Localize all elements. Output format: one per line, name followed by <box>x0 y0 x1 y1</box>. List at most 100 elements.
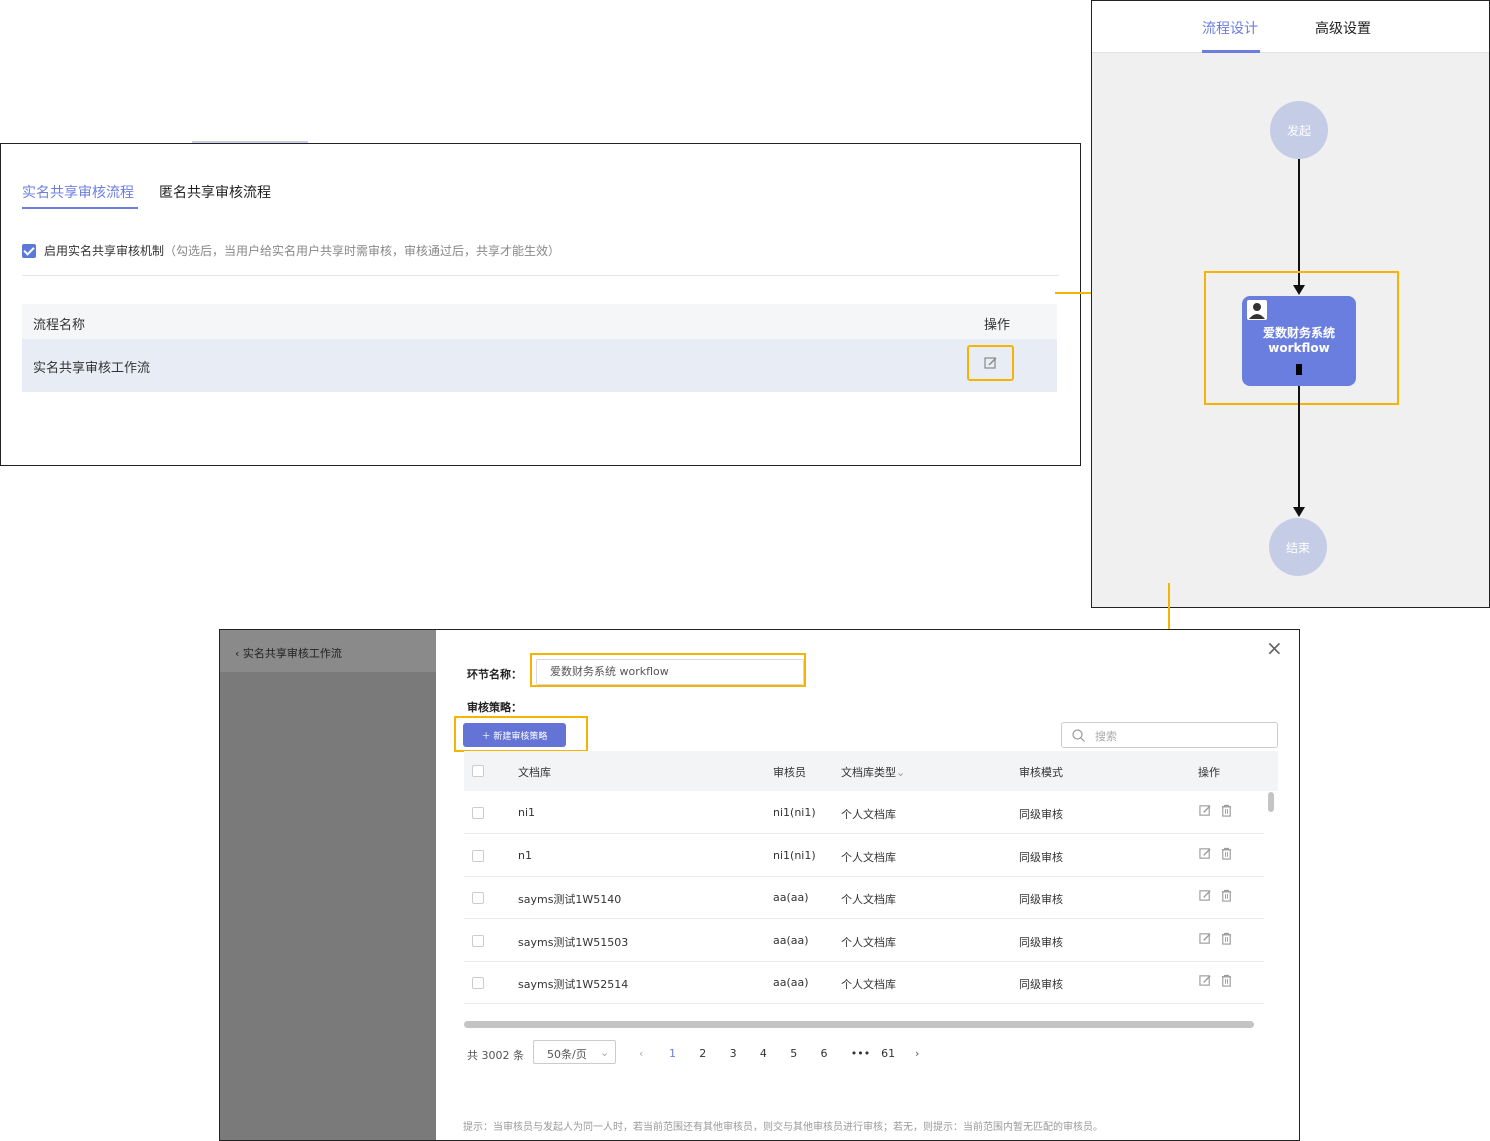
search-icon <box>1072 729 1085 742</box>
approval-strategy-dialog: ‹ 实名共享审核工作流 × 环节名称： 爱数财务系统 workflow 审核策略… <box>219 629 1300 1141</box>
divider <box>22 275 1059 276</box>
row-checkbox[interactable] <box>472 934 484 947</box>
user-icon <box>1247 300 1267 320</box>
page-number[interactable]: 2 <box>699 1047 706 1060</box>
column-header-library-type[interactable]: 文档库类型⌄ <box>841 764 905 780</box>
approval-node-subtitle: workflow <box>1268 341 1330 355</box>
enable-audit-checkbox[interactable] <box>22 243 36 258</box>
workflow-table-header: 流程名称 操作 <box>22 304 1057 339</box>
pagination: 共 3002 条 50条/页 ⌄ ‹ 1 2 3 4 5 6 ••• 61 › <box>467 1040 1167 1066</box>
dialog-backdrop: ‹ 实名共享审核工作流 <box>220 630 436 1140</box>
horizontal-scrollbar[interactable] <box>464 1021 1254 1028</box>
cell-mode: 同级审核 <box>1019 850 1063 864</box>
delete-icon[interactable] <box>1220 889 1233 902</box>
page-number[interactable]: 6 <box>821 1047 828 1060</box>
flow-connector <box>1298 386 1300 509</box>
row-checkbox[interactable] <box>472 849 484 862</box>
column-header-mode: 审核模式 <box>1019 766 1063 779</box>
cell-auditor: aa(aa) <box>773 933 809 947</box>
flow-connector <box>1298 159 1300 287</box>
hint-text: 提示：当审核员与发起人为同一人时，若当前范围还有其他审核员，则交与其他审核员进行… <box>463 1122 1103 1133</box>
enable-audit-hint: （勾选后，当用户给实名用户共享时需审核，审核通过后，共享才能生效） <box>164 244 561 258</box>
page-ellipsis[interactable]: ••• <box>851 1047 870 1060</box>
back-link-label: 实名共享审核工作流 <box>242 647 342 660</box>
select-all-checkbox[interactable] <box>472 765 484 777</box>
row-checkbox[interactable] <box>472 892 484 904</box>
row-actions <box>1199 974 1233 987</box>
new-strategy-button[interactable]: ＋ 新建审核策略 <box>463 723 566 747</box>
chevron-down-icon[interactable]: ⌄ <box>896 766 905 779</box>
cell-mode: 同级审核 <box>1019 893 1063 906</box>
table-row: 实名共享审核工作流 <box>22 339 1057 392</box>
prev-page-button[interactable]: ‹ <box>639 1047 643 1060</box>
page-number[interactable]: 3 <box>730 1047 737 1060</box>
cell-library-type: 个人文档库 <box>841 850 896 864</box>
page-size-select[interactable]: 50条/页 ⌄ <box>533 1040 616 1064</box>
edit-icon[interactable] <box>1199 847 1212 860</box>
edit-icon[interactable] <box>1199 804 1212 817</box>
end-node[interactable]: 结束 <box>1269 518 1327 576</box>
tab-advanced-settings[interactable]: 高级设置 <box>1315 18 1371 38</box>
column-header-auditor: 审核员 <box>773 766 806 779</box>
column-header-library-type-label: 文档库类型 <box>841 766 896 779</box>
flow-arrowhead <box>1293 507 1305 517</box>
tab-realname-share[interactable]: 实名共享审核流程 <box>22 182 134 202</box>
table-row: sayms测试1W5140 aa(aa) 个人文档库 同级审核 <box>464 877 1264 919</box>
strategy-table-header: 文档库 审核员 文档库类型⌄ 审核模式 操作 <box>464 751 1278 791</box>
node-name-label: 环节名称： <box>467 668 522 681</box>
page-number[interactable]: 5 <box>790 1047 797 1060</box>
next-page-button[interactable]: › <box>915 1047 919 1060</box>
column-header-name: 流程名称 <box>33 318 86 333</box>
vertical-scrollbar[interactable] <box>1268 792 1274 812</box>
cell-library: sayms测试1W52514 <box>518 978 629 991</box>
edit-button-highlight[interactable] <box>967 345 1014 381</box>
table-row: sayms测试1W52514 aa(aa) 个人文档库 同级审核 <box>464 962 1264 1004</box>
cell-library: n1 <box>518 848 532 862</box>
approval-node[interactable]: 爱数财务系统 workflow <box>1242 296 1356 386</box>
edit-icon[interactable] <box>983 356 998 370</box>
chevron-left-icon: ‹ <box>235 647 243 660</box>
close-icon[interactable]: × <box>1266 636 1283 660</box>
search-input[interactable]: 搜索 <box>1061 722 1278 748</box>
enable-audit-row[interactable]: 启用实名共享审核机制 （勾选后，当用户给实名用户共享时需审核，审核通过后，共享才… <box>22 242 560 259</box>
row-actions <box>1199 804 1233 817</box>
back-link[interactable]: ‹ 实名共享审核工作流 <box>235 645 342 661</box>
delete-icon[interactable] <box>1220 804 1233 817</box>
row-checkbox[interactable] <box>472 807 484 819</box>
table-row: ni1 ni1(ni1) 个人文档库 同级审核 <box>464 792 1264 834</box>
start-node-label: 发起 <box>1286 123 1311 138</box>
cell-library-type: 个人文档库 <box>841 893 896 906</box>
cell-auditor: aa(aa) <box>773 976 809 989</box>
column-header-actions: 操作 <box>984 318 1011 333</box>
column-header-library: 文档库 <box>518 766 551 779</box>
table-row: n1 ni1(ni1) 个人文档库 同级审核 <box>464 835 1264 877</box>
page-size-value: 50条/页 <box>547 1048 587 1061</box>
row-actions <box>1199 847 1233 860</box>
node-name-input[interactable]: 爱数财务系统 workflow <box>536 659 804 685</box>
node-connector-handle[interactable] <box>1296 364 1302 375</box>
process-design-panel: 流程设计 高级设置 发起 爱数财务系统 workflow 结束 <box>1091 0 1490 608</box>
back-bar: ‹ 实名共享审核工作流 <box>220 630 436 672</box>
tab-process-design[interactable]: 流程设计 <box>1202 18 1258 38</box>
cell-auditor: aa(aa) <box>773 891 809 904</box>
page-number[interactable]: 61 <box>881 1047 895 1060</box>
tab-anonymous-share[interactable]: 匿名共享审核流程 <box>159 182 271 202</box>
edit-icon[interactable] <box>1199 974 1212 987</box>
cell-library-type: 个人文档库 <box>841 808 896 821</box>
edit-icon[interactable] <box>1199 889 1212 902</box>
edit-icon[interactable] <box>1199 932 1212 945</box>
delete-icon[interactable] <box>1220 932 1233 945</box>
start-node[interactable]: 发起 <box>1270 101 1328 159</box>
share-workflow-panel: 实名共享审核流程 匿名共享审核流程 启用实名共享审核机制 （勾选后，当用户给实名… <box>0 143 1081 466</box>
active-tab-underline <box>22 207 138 209</box>
table-row: sayms测试1W51503 aa(aa) 个人文档库 同级审核 <box>464 920 1264 962</box>
strategy-label: 审核策略： <box>467 701 522 714</box>
cell-auditor: ni1(ni1) <box>773 806 816 819</box>
delete-icon[interactable] <box>1220 847 1233 860</box>
delete-icon[interactable] <box>1220 974 1233 987</box>
row-checkbox[interactable] <box>472 977 484 989</box>
page-number[interactable]: 1 <box>669 1047 676 1060</box>
page-number[interactable]: 4 <box>760 1047 767 1060</box>
workflow-name: 实名共享审核工作流 <box>33 361 151 376</box>
cell-library: sayms测试1W5140 <box>518 893 622 906</box>
